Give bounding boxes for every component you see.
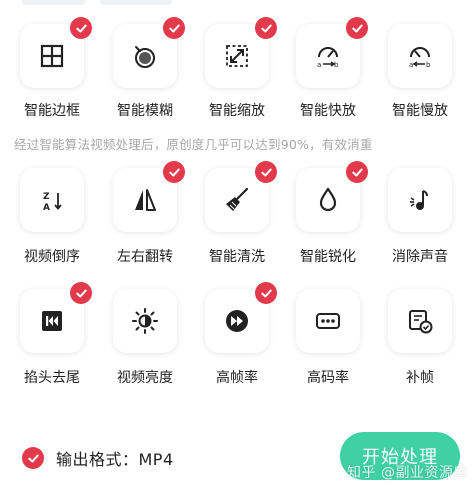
selected-check-icon[interactable] — [163, 17, 185, 39]
tile-frame-fill[interactable] — [388, 289, 452, 353]
blur-lens-icon — [135, 46, 155, 68]
svg-text:b: b — [426, 61, 431, 69]
description-text: 经过智能算法视频处理后，原创度几乎可以达到90%，有效消重 — [14, 137, 373, 152]
watermark: 知乎 @副业资源库 — [347, 465, 468, 481]
tile-mute[interactable] — [388, 168, 452, 232]
format-check-icon[interactable] — [22, 447, 44, 469]
tile-smart-zoom[interactable] — [205, 17, 277, 88]
tile-label: 智能清洗 — [209, 249, 265, 265]
tile-smart-clean[interactable] — [205, 161, 277, 232]
svg-text:Z: Z — [43, 192, 50, 202]
tile-label: 补帧 — [406, 370, 434, 386]
selected-check-icon[interactable] — [255, 161, 277, 183]
droplet-icon — [319, 187, 337, 212]
tile-label: 消除声音 — [392, 249, 448, 265]
selected-check-icon[interactable] — [70, 17, 92, 39]
tile-smart-blur[interactable] — [113, 17, 185, 88]
output-format-label: 输出格式：MP4 — [56, 450, 174, 469]
tile-brightness[interactable] — [113, 289, 177, 353]
selected-check-icon[interactable] — [255, 17, 277, 39]
tile-flip[interactable] — [113, 161, 185, 232]
top-partial-tile — [100, 0, 172, 5]
fast-forward-circle-icon — [226, 310, 248, 332]
border-frame-icon — [40, 44, 64, 68]
output-format[interactable]: 输出格式：MP4 — [22, 446, 174, 470]
tile-smart-fast[interactable]: a b — [296, 17, 368, 88]
selected-check-icon[interactable] — [346, 17, 368, 39]
tile-trim[interactable] — [20, 282, 92, 353]
selected-check-icon[interactable] — [70, 282, 92, 304]
svg-text:a: a — [409, 61, 413, 69]
svg-text:b: b — [334, 61, 339, 69]
tile-label: 智能缩放 — [209, 103, 265, 119]
tile-label: 智能锐化 — [300, 249, 356, 265]
broom-icon — [226, 187, 249, 211]
tile-label: 智能边框 — [24, 103, 80, 119]
svg-text:A: A — [43, 203, 50, 213]
tile-label: 高帧率 — [216, 370, 258, 386]
brightness-icon — [132, 308, 158, 334]
flip-horizontal-icon — [135, 189, 156, 211]
speed-slow-icon: a b — [409, 47, 431, 69]
tile-smart-sharpen[interactable] — [296, 161, 368, 232]
tile-label: 视频亮度 — [117, 370, 173, 386]
bitrate-dots-icon — [316, 313, 340, 329]
tile-smart-slow: a b — [388, 24, 452, 88]
selected-check-icon[interactable] — [163, 161, 185, 183]
tile-video-reverse[interactable]: Z A — [20, 168, 84, 232]
tile-smart-border[interactable] — [20, 17, 92, 88]
sort-za-icon: Z A — [43, 192, 62, 213]
tile-label: 掐头去尾 — [24, 370, 80, 386]
selected-check-icon[interactable] — [346, 161, 368, 183]
speed-fast-icon: a b — [317, 47, 339, 69]
tile-high-framerate[interactable] — [205, 282, 277, 353]
zoom-arrows-icon — [226, 45, 248, 67]
selected-check-icon[interactable] — [255, 282, 277, 304]
tile-label: 智能快放 — [300, 103, 356, 119]
mute-note-icon — [410, 190, 428, 210]
tile-label: 智能模糊 — [117, 103, 173, 119]
tile-label: 视频倒序 — [24, 249, 80, 265]
top-partial-tile — [22, 0, 86, 5]
tile-label: 高码率 — [307, 370, 349, 386]
tile-high-bitrate[interactable] — [296, 289, 360, 353]
tile-label: 智能慢放 — [392, 103, 448, 119]
svg-text:a: a — [317, 61, 321, 69]
skip-start-icon — [42, 311, 62, 331]
frame-fill-icon — [409, 310, 433, 334]
tile-label: 左右翻转 — [117, 249, 173, 265]
